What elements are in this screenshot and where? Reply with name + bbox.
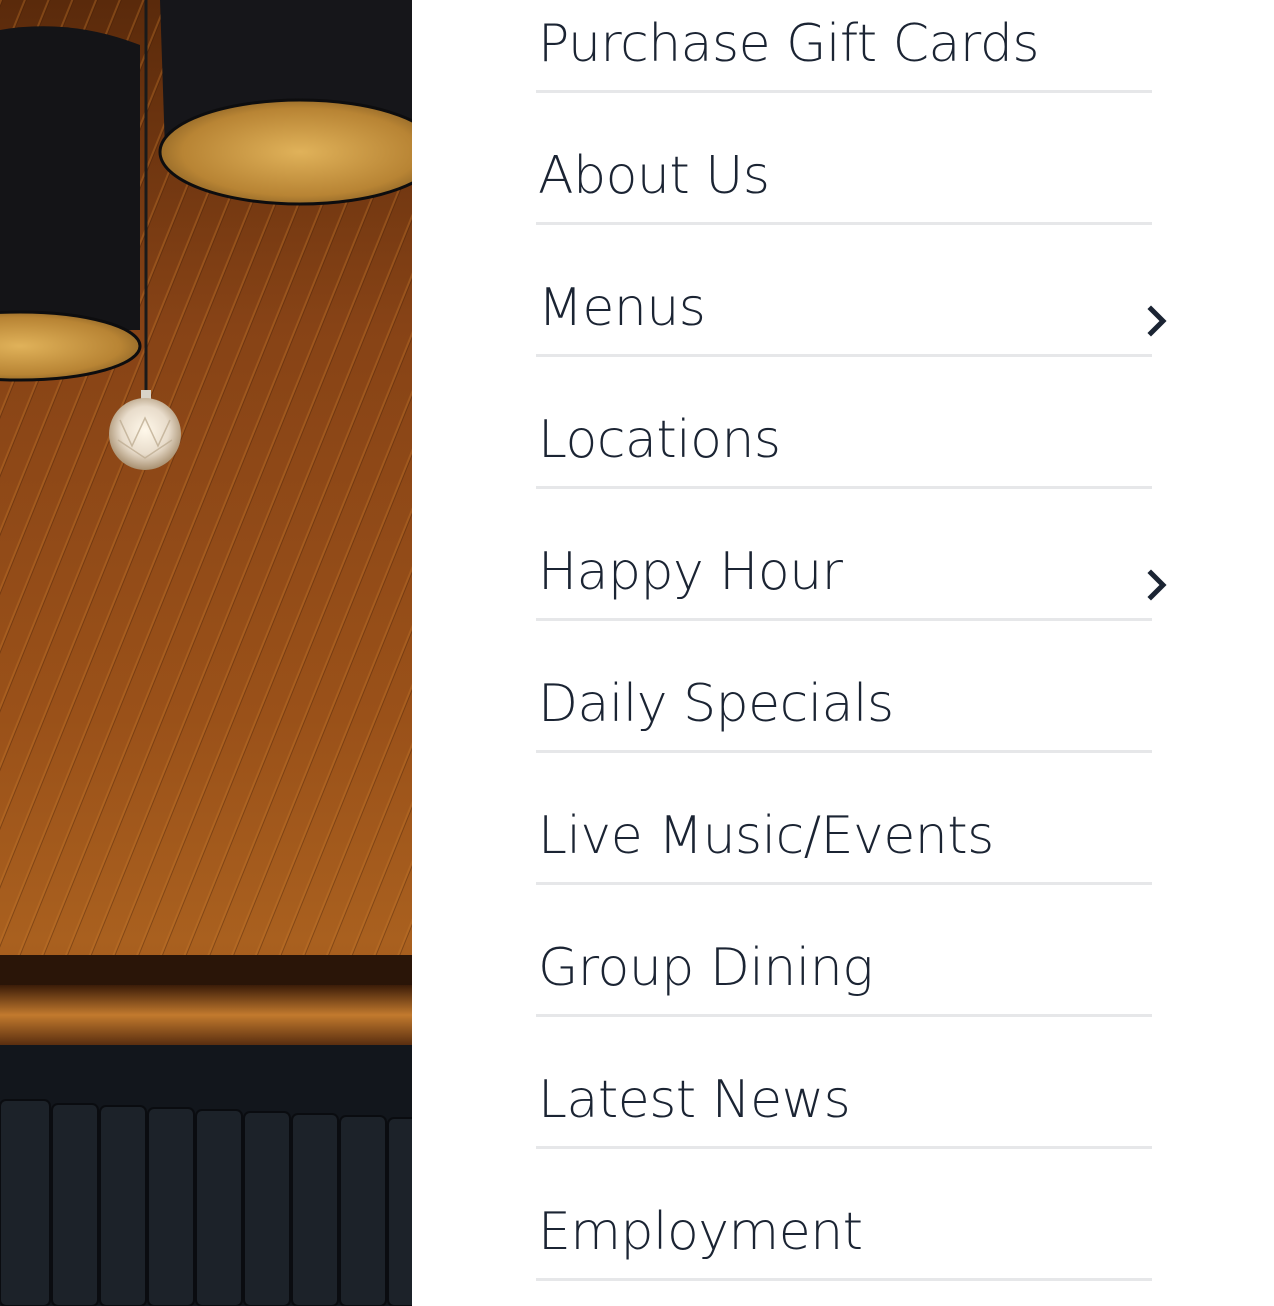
nav-item-latest-news[interactable]: Latest News: [536, 1017, 1152, 1149]
nav-item-label: Latest News: [538, 1070, 851, 1130]
nav-item-happy-hour[interactable]: Happy Hour: [536, 489, 1167, 621]
chevron-right-icon[interactable]: [1146, 304, 1170, 338]
nav-item-employment[interactable]: Employment: [536, 1149, 1152, 1281]
nav-item-menus[interactable]: Menus: [536, 225, 1167, 357]
page: Purchase Gift Cards About Us Menus Locat…: [0, 0, 1274, 1306]
nav-item-live-music-events[interactable]: Live Music/Events: [536, 753, 1152, 885]
nav-item-locations[interactable]: Locations: [536, 357, 1152, 489]
nav-item-daily-specials[interactable]: Daily Specials: [536, 621, 1152, 753]
nav-item-group-dining[interactable]: Group Dining: [536, 885, 1152, 1017]
nav-item-label: About Us: [538, 146, 770, 206]
chevron-right-icon[interactable]: [1146, 568, 1170, 602]
nav-item-label: Employment: [538, 1202, 863, 1262]
nav-item-label: Happy Hour: [538, 542, 843, 602]
nav-menu: Purchase Gift Cards About Us Menus Locat…: [536, 0, 1167, 1281]
nav-item-label: Daily Specials: [538, 674, 894, 734]
nav-item-label: Live Music/Events: [538, 806, 994, 866]
nav-item-label: Menus: [538, 278, 706, 338]
nav-item-purchase-gift-cards[interactable]: Purchase Gift Cards: [536, 0, 1152, 93]
nav-item-about-us[interactable]: About Us: [536, 93, 1152, 225]
navigation-drawer: Purchase Gift Cards About Us Menus Locat…: [412, 0, 1274, 1306]
nav-item-label: Locations: [538, 410, 781, 470]
nav-item-label: Purchase Gift Cards: [538, 14, 1039, 74]
restaurant-interior-photo: [0, 0, 412, 1306]
nav-item-label: Group Dining: [538, 938, 873, 998]
